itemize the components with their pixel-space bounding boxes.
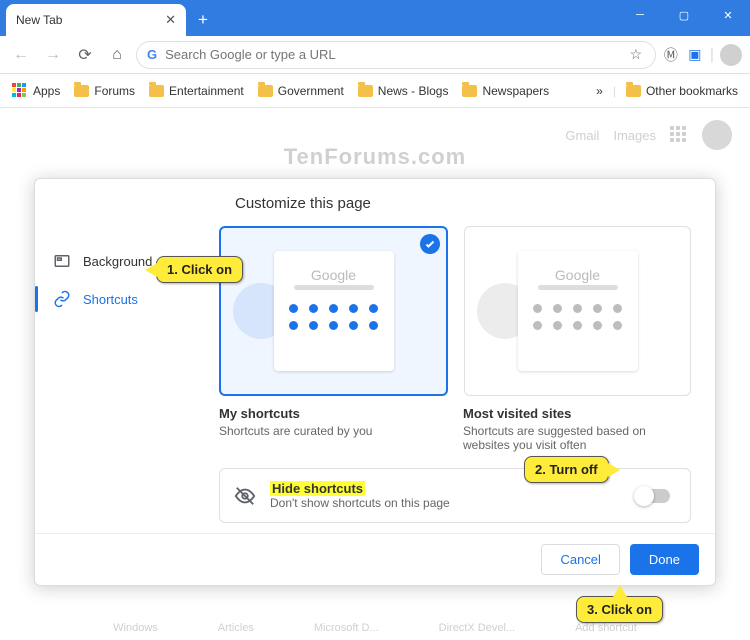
profile-avatar[interactable] [720, 44, 742, 66]
customize-dialog: Customize this page Background Shortcuts [34, 178, 716, 586]
bookmark-folder[interactable]: News - Blogs [358, 84, 449, 98]
shortcut-label: Windows [113, 622, 158, 634]
titlebar: New Tab ✕ + ─ ▢ ✕ [0, 0, 750, 36]
other-bookmarks-label: Other bookmarks [646, 84, 738, 98]
card-title: Most visited sites [463, 406, 691, 421]
hide-subtitle: Don't show shortcuts on this page [270, 496, 622, 510]
shortcut-label: Add shortcut [575, 622, 637, 634]
address-input[interactable] [165, 47, 619, 62]
bookmark-label: Forums [94, 84, 135, 98]
bookmark-folder[interactable]: Forums [74, 84, 135, 98]
divider: | [710, 46, 714, 64]
reload-button[interactable]: ⟳ [72, 42, 98, 68]
annotation-step-1: 1. Click on [156, 256, 243, 283]
forward-button[interactable]: → [40, 42, 66, 68]
apps-label: Apps [33, 84, 60, 98]
images-link[interactable]: Images [613, 128, 656, 143]
annotation-step-3: 3. Click on [576, 596, 663, 623]
divider: | [613, 84, 616, 98]
folder-icon [358, 85, 373, 97]
hide-shortcuts-row: Hide shortcuts Don't show shortcuts on t… [219, 468, 691, 523]
google-g-icon: G [147, 47, 157, 62]
card-title: My shortcuts [219, 406, 447, 421]
preview-logo: Google [555, 267, 600, 283]
bookmark-folder[interactable]: Newspapers [462, 84, 549, 98]
folder-icon [149, 85, 164, 97]
maximize-button[interactable]: ▢ [662, 0, 706, 30]
hide-title: Hide shortcuts [270, 481, 622, 496]
hide-icon [234, 485, 256, 507]
bookmark-folder[interactable]: Entertainment [149, 84, 244, 98]
shortcut-label: Microsoft D... [314, 622, 379, 634]
preview-dots [289, 304, 379, 330]
back-button[interactable]: ← [8, 42, 34, 68]
sidebar-label: Shortcuts [83, 292, 138, 307]
star-icon[interactable]: ☆ [627, 46, 645, 64]
omnibox[interactable]: G ☆ [136, 41, 656, 69]
preview-dots [533, 304, 623, 330]
minimize-button[interactable]: ─ [618, 0, 662, 30]
preview-logo: Google [311, 267, 356, 283]
extension-icon-2[interactable]: ▣ [686, 46, 704, 64]
dialog-footer: Cancel Done [35, 533, 715, 585]
bookmarks-bar: Apps Forums Entertainment Government New… [0, 74, 750, 108]
new-tab-button[interactable]: + [190, 7, 216, 33]
check-icon [420, 234, 440, 254]
watermark-text: TenForums.com [284, 144, 467, 170]
preview-thumbnail: Google [518, 251, 638, 371]
preview-searchbar [538, 285, 618, 290]
sidebar-label: Background [83, 254, 152, 269]
shortcut-label: DirectX Devel... [439, 622, 515, 634]
cancel-button[interactable]: Cancel [541, 544, 619, 575]
gmail-link[interactable]: Gmail [565, 128, 599, 143]
hide-shortcuts-toggle[interactable] [636, 489, 670, 503]
toolbar: ← → ⟳ ⌂ G ☆ Ⓜ ▣ | [0, 36, 750, 74]
apps-grid-icon[interactable] [670, 126, 688, 144]
card-subtitle: Shortcuts are curated by you [219, 424, 447, 438]
background-icon [53, 252, 71, 270]
preview-searchbar [294, 285, 374, 290]
new-tab-page: Gmail Images TenForums.com Windows Artic… [0, 108, 750, 640]
card-my-shortcuts[interactable]: Google [219, 226, 448, 396]
account-avatar[interactable] [702, 120, 732, 150]
done-button[interactable]: Done [630, 544, 699, 575]
card-most-visited[interactable]: Google [464, 226, 691, 396]
extension-icon[interactable]: Ⓜ [662, 46, 680, 64]
ntp-shortcuts-row: Windows Articles Microsoft D... DirectX … [0, 622, 750, 634]
home-button[interactable]: ⌂ [104, 42, 130, 68]
tab-title: New Tab [16, 13, 157, 27]
folder-icon [258, 85, 273, 97]
browser-tab[interactable]: New Tab ✕ [6, 4, 186, 36]
apps-button[interactable]: Apps [12, 83, 60, 99]
apps-icon [12, 83, 28, 99]
bookmark-label: Newspapers [482, 84, 549, 98]
ntp-header-links: Gmail Images [565, 120, 732, 150]
annotation-step-2: 2. Turn off [524, 456, 609, 483]
preview-thumbnail: Google [274, 251, 394, 371]
other-bookmarks[interactable]: Other bookmarks [626, 84, 738, 98]
bookmark-folder[interactable]: Government [258, 84, 344, 98]
dialog-content: Google Google [195, 222, 715, 533]
link-icon [53, 290, 71, 308]
dialog-title: Customize this page [35, 179, 715, 222]
bookmark-label: News - Blogs [378, 84, 449, 98]
window-controls: ─ ▢ ✕ [618, 0, 750, 30]
folder-icon [74, 85, 89, 97]
bookmark-overflow[interactable]: » [596, 84, 603, 98]
bookmark-label: Government [278, 84, 344, 98]
sidebar-item-shortcuts[interactable]: Shortcuts [35, 280, 195, 318]
close-window-button[interactable]: ✕ [706, 0, 750, 30]
card-subtitle: Shortcuts are suggested based on website… [463, 424, 691, 452]
bookmark-label: Entertainment [169, 84, 244, 98]
close-icon[interactable]: ✕ [165, 12, 176, 28]
shortcut-label: Articles [218, 622, 254, 634]
folder-icon [626, 85, 641, 97]
folder-icon [462, 85, 477, 97]
